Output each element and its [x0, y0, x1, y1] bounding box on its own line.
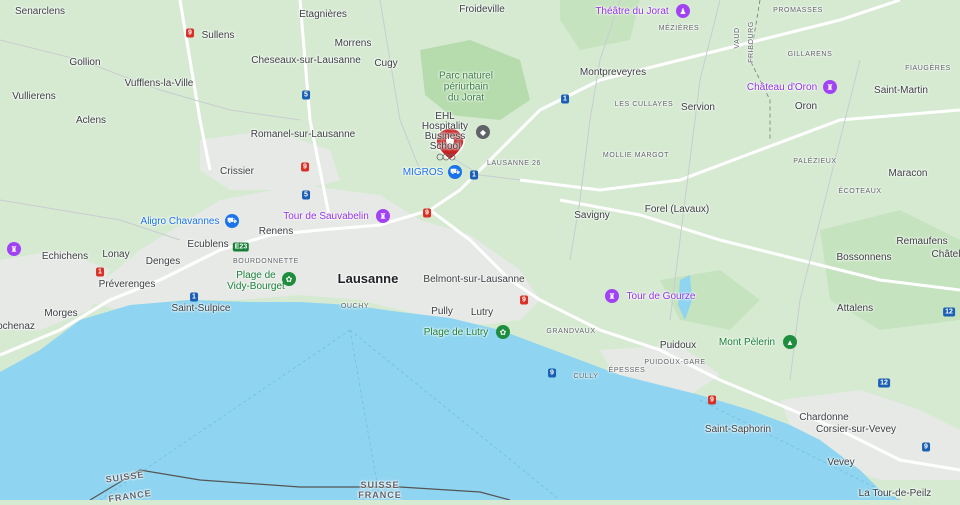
town-label: Préverenges	[98, 279, 156, 290]
district-label: CULLY	[573, 373, 599, 380]
district-label: FIAUGÈRES	[905, 65, 951, 72]
town-label: Aclens	[75, 115, 107, 126]
road-shield: 9	[548, 368, 556, 378]
poi-theatre-jorat[interactable]: Théâtre du Jorat	[595, 6, 668, 18]
district-label: LES CULLAYES	[614, 101, 674, 108]
town-label: La Tour-de-Peilz	[858, 488, 932, 499]
town-label: Renens	[258, 226, 294, 237]
town-label: Etagnières	[299, 9, 347, 20]
poi-aligro[interactable]: Aligro Chavannes	[141, 216, 220, 228]
road-shield: 9	[922, 442, 930, 452]
town-label: Vufflens-la-Ville	[124, 78, 194, 89]
town-label: ochenaz	[0, 321, 35, 332]
road-shield: 12	[943, 307, 955, 317]
town-label: Ecublens	[187, 239, 229, 250]
canton-label-vaud: VAUD	[734, 27, 741, 49]
district-label: ÉPESSES	[608, 367, 646, 374]
shopping-cart-icon[interactable]: ⛟	[225, 214, 239, 228]
poi-mont-pelerin[interactable]: Mont Pèlerin	[719, 337, 775, 349]
district-label: BOURDONNETTE	[233, 258, 299, 265]
road-shield: 5	[302, 190, 310, 200]
district-label: ÉCOTEAUX	[838, 188, 882, 195]
poi-migros[interactable]: MIGROS	[403, 167, 444, 179]
theatre-icon[interactable]: ♟	[676, 4, 690, 18]
road-shield: 9	[423, 208, 431, 218]
district-label: OUCHY	[340, 303, 370, 310]
town-label: Crissier	[220, 166, 254, 177]
canton-label-fribourg: FRIBOURG	[748, 21, 755, 63]
poi-chateau-oron[interactable]: Château d'Oron	[747, 82, 817, 94]
road-shield: 9	[708, 395, 716, 405]
town-label: Romanel-sur-Lausanne	[250, 129, 356, 140]
town-label: Attalens	[836, 303, 874, 314]
town-label: Denges	[145, 256, 181, 267]
town-label: Pully	[431, 306, 453, 317]
ehl-school-label[interactable]: EHL Hospitality Business School	[422, 112, 468, 152]
shopping-cart-icon[interactable]: ⛟	[448, 165, 462, 179]
poi-tour-gourze[interactable]: Tour de Gourze	[627, 291, 696, 303]
road-shield: 1	[190, 292, 198, 302]
town-label: Maracon	[888, 168, 928, 179]
town-label: Morges	[44, 308, 78, 319]
city-label-lausanne: Lausanne	[337, 271, 399, 286]
district-label: MOLLIE MARGOT	[602, 152, 670, 159]
town-label: Forel (Lavaux)	[644, 204, 710, 215]
road-shield: 5	[302, 90, 310, 100]
park-label: Parc naturel périurbain du Jorat	[439, 70, 493, 104]
road-shield: 1	[96, 267, 104, 277]
town-label: Chardonne	[799, 412, 849, 423]
viewpoint-icon[interactable]: ♜	[605, 289, 619, 303]
town-label: Vevey	[827, 457, 855, 468]
road-shield: E23	[232, 242, 250, 252]
town-label: Cheseaux-sur-Lausanne	[251, 55, 361, 66]
town-label: Oron	[794, 101, 818, 112]
school-icon[interactable]: ◆	[476, 125, 490, 139]
district-label: GRANDVAUX	[546, 328, 596, 335]
road-shield: 9	[301, 162, 309, 172]
poi-plage-lutry[interactable]: Plage de Lutry	[424, 327, 489, 339]
town-label: Remaufens	[896, 236, 948, 247]
town-label: Savigny	[574, 210, 610, 221]
town-label: Saint-Saphorin	[704, 424, 772, 435]
road-shield: 9	[186, 28, 194, 38]
town-label: Saint-Sulpice	[171, 303, 231, 314]
town-label: Sullens	[201, 30, 235, 41]
viewpoint-icon[interactable]: ♜	[376, 209, 390, 223]
country-label: FRANCE	[358, 490, 402, 500]
poi-plage-vidy[interactable]: Plage de Vidy-Bourget	[227, 270, 285, 292]
landmark-icon[interactable]: ♜	[823, 80, 837, 94]
town-label: Bossonnens	[836, 252, 892, 263]
beach-icon[interactable]: ✿	[496, 325, 510, 339]
town-label: Servion	[681, 102, 715, 113]
town-label: Belmont-sur-Lausanne	[423, 274, 525, 285]
town-label: Montpreveyres	[579, 67, 647, 78]
town-label: Saint-Martin	[874, 85, 928, 96]
town-label: Puidoux	[659, 340, 697, 351]
district-label: PROMASSES	[773, 7, 823, 14]
town-label: Cugy	[374, 58, 398, 69]
district-label: LAUSANNE 26	[486, 160, 542, 167]
town-label: Morrens	[334, 38, 372, 49]
town-label: Lutry	[470, 307, 494, 318]
poi-sauvabelin[interactable]: Tour de Sauvabelin	[283, 211, 369, 223]
town-label: Senarclens	[14, 6, 66, 17]
beach-icon[interactable]: ✿	[282, 272, 296, 286]
town-label: Echichens	[41, 251, 89, 262]
town-label: Corsier-sur-Vevey	[815, 424, 897, 435]
road-shield: 12	[878, 378, 890, 388]
district-label: MÉZIÈRES	[658, 25, 700, 32]
road-shield: 9	[520, 295, 528, 305]
town-label: Vullierens	[12, 91, 56, 102]
landmark-icon[interactable]: ♜	[7, 242, 21, 256]
town-label: Châtel	[931, 249, 960, 260]
district-label: PALÉZIEUX	[793, 158, 837, 165]
road-shield: 1	[470, 170, 478, 180]
road-shield: 1	[561, 94, 569, 104]
town-label: Froideville	[459, 4, 505, 15]
district-label: PUIDOUX-GARE	[644, 359, 706, 366]
district-label: GILLARENS	[787, 51, 833, 58]
town-label: Gollion	[69, 57, 101, 68]
mountain-icon[interactable]: ▲	[783, 335, 797, 349]
town-label: Lonay	[102, 249, 130, 260]
